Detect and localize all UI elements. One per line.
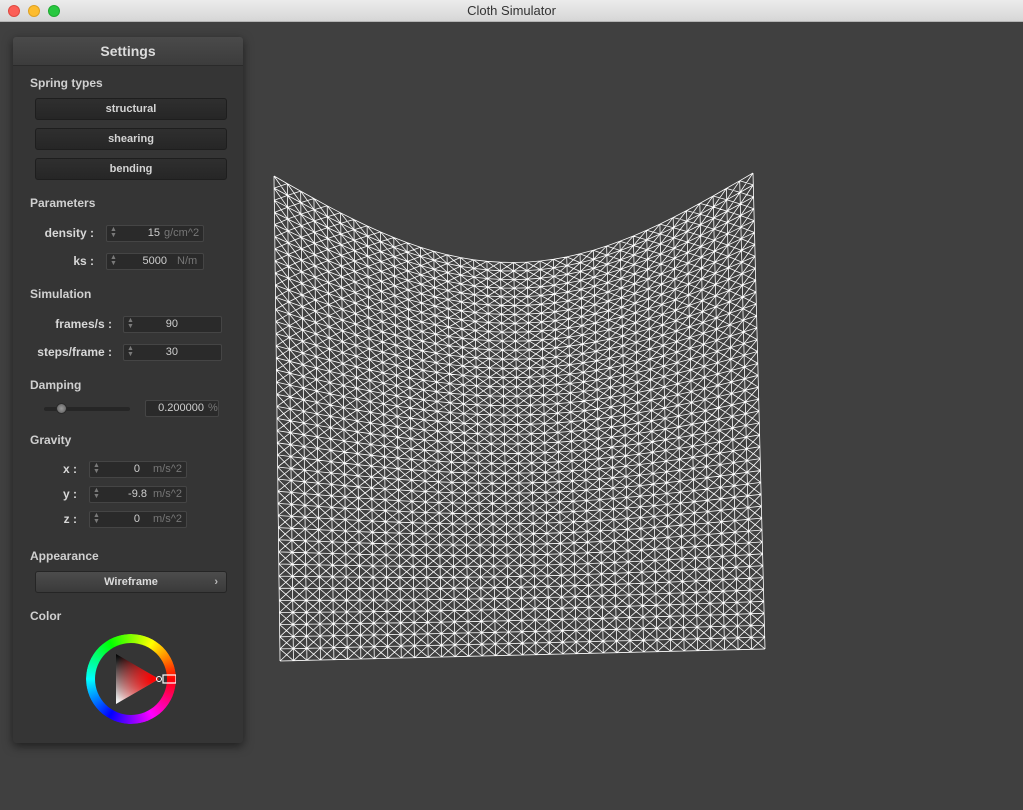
damping-heading: Damping [30, 378, 82, 392]
gravity-x-unit: m/s^2 [153, 463, 182, 475]
settings-panel: Settings Spring types structural shearin… [13, 37, 243, 743]
spinner-arrows-icon[interactable]: ▲ ▼ [93, 487, 100, 500]
window-title: Cloth Simulator [467, 3, 556, 18]
spinner-arrows-icon[interactable]: ▲ ▼ [93, 462, 100, 475]
damping-unit: % [208, 402, 218, 414]
appearance-dropdown[interactable]: Wireframe › [35, 571, 227, 593]
gravity-y-unit: m/s^2 [153, 488, 182, 500]
parameters-heading: Parameters [30, 196, 96, 210]
cloth-mesh-lines [273, 172, 766, 662]
bending-button[interactable]: bending [35, 158, 227, 180]
gravity-z-unit: m/s^2 [153, 513, 182, 525]
gravity-z-value: 0 [133, 513, 140, 525]
title-bar: Cloth Simulator [0, 0, 1023, 22]
spinner-arrows-icon[interactable]: ▲ ▼ [110, 254, 117, 267]
ks-label: ks : [73, 254, 94, 268]
appearance-heading: Appearance [30, 549, 99, 563]
ks-field[interactable]: ▲ ▼ 5000 N/m [106, 253, 204, 270]
gravity-z-field[interactable]: ▲ ▼ 0 m/s^2 [89, 511, 187, 528]
shearing-button[interactable]: shearing [35, 128, 227, 150]
color-heading: Color [30, 609, 62, 623]
spinner-arrows-icon[interactable]: ▲ ▼ [110, 226, 117, 239]
color-wheel[interactable] [86, 634, 176, 724]
damping-slider-knob[interactable] [56, 403, 67, 414]
settings-panel-title[interactable]: Settings [13, 37, 243, 66]
simulation-heading: Simulation [30, 287, 92, 301]
damping-value: 0.200000 [158, 402, 204, 414]
frames-per-second-value: 90 [165, 318, 178, 330]
density-label: density : [44, 226, 94, 240]
chevron-right-icon: › [214, 576, 218, 588]
gravity-x-value: 0 [133, 463, 140, 475]
spring-types-heading: Spring types [30, 76, 103, 90]
density-value: 15 [147, 227, 160, 239]
density-field[interactable]: ▲ ▼ 15 g/cm^2 [106, 225, 204, 242]
gravity-y-label: y : [62, 487, 77, 501]
damping-field[interactable]: 0.200000 % [145, 400, 219, 417]
ks-value: 5000 [142, 255, 167, 267]
gravity-heading: Gravity [30, 433, 72, 447]
gravity-y-value: -9.8 [128, 488, 147, 500]
structural-button[interactable]: structural [35, 98, 227, 120]
ks-unit: N/m [177, 255, 198, 267]
density-unit: g/cm^2 [164, 227, 200, 239]
spinner-arrows-icon[interactable]: ▲ ▼ [127, 345, 134, 358]
appearance-selected: Wireframe [104, 576, 158, 588]
steps-per-frame-field[interactable]: ▲ ▼ 30 [123, 344, 222, 361]
steps-per-frame-label: steps/frame : [37, 345, 112, 359]
spinner-arrows-icon[interactable]: ▲ ▼ [127, 317, 134, 330]
gravity-y-field[interactable]: ▲ ▼ -9.8 m/s^2 [89, 486, 187, 503]
gravity-z-label: z : [63, 512, 77, 526]
spinner-arrows-icon[interactable]: ▲ ▼ [93, 512, 100, 525]
steps-per-frame-value: 30 [165, 346, 178, 358]
frames-per-second-label: frames/s : [55, 317, 112, 331]
gravity-x-label: x : [62, 462, 77, 476]
gravity-x-field[interactable]: ▲ ▼ 0 m/s^2 [89, 461, 187, 478]
frames-per-second-field[interactable]: ▲ ▼ 90 [123, 316, 222, 333]
